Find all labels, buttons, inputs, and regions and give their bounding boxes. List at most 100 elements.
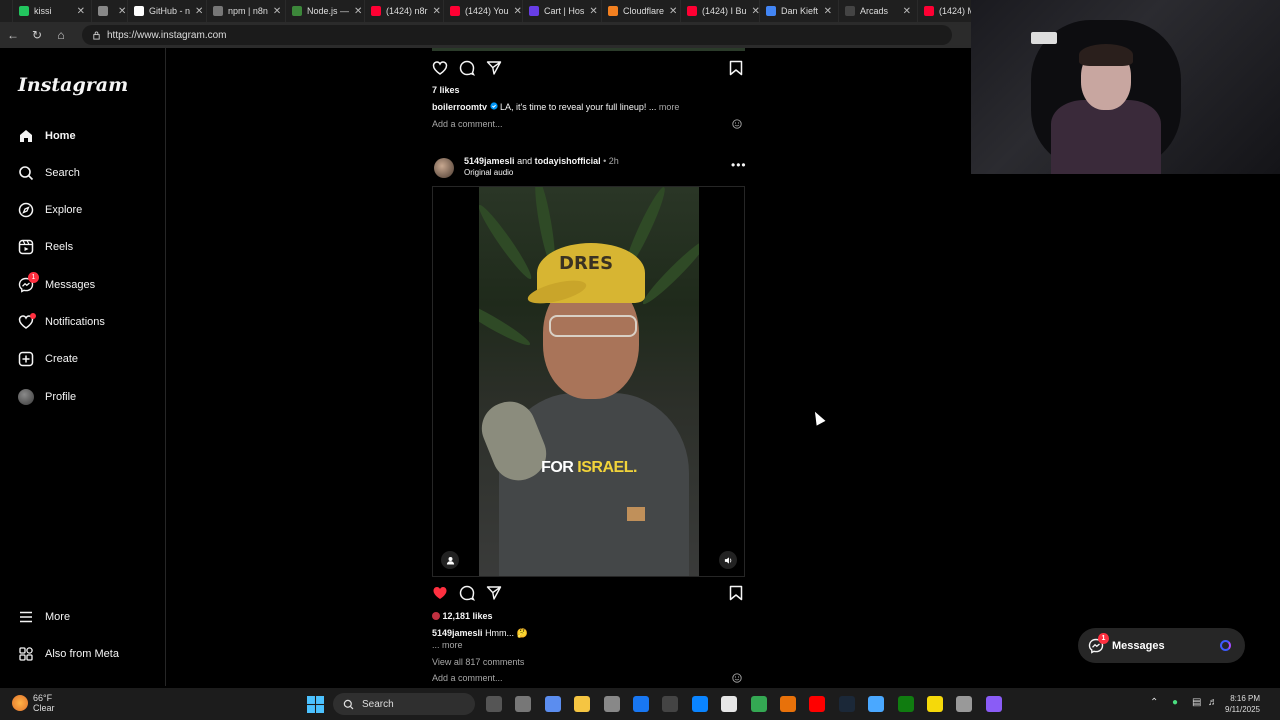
facebook-icon[interactable] bbox=[633, 696, 649, 712]
more-link[interactable]: more bbox=[659, 102, 680, 112]
browser-tab[interactable]: (1424) I Bu ✕ bbox=[681, 0, 760, 22]
network-icon[interactable]: ▤ bbox=[1192, 697, 1201, 708]
close-tab-icon[interactable]: ✕ bbox=[514, 6, 522, 17]
like-count[interactable]: 7 likes bbox=[432, 85, 460, 95]
video-frame: DRES FOR ISRAEL. bbox=[479, 187, 699, 576]
share-button[interactable] bbox=[486, 60, 502, 76]
save-button[interactable] bbox=[729, 60, 743, 76]
browser-tab[interactable]: (1424) n8r ✕ bbox=[365, 0, 444, 22]
liked-heart-button[interactable] bbox=[432, 585, 448, 601]
browser-tab[interactable]: kissi ✕ bbox=[13, 0, 92, 22]
chrome-icon[interactable] bbox=[750, 696, 767, 712]
add-comment-input[interactable]: Add a comment... bbox=[432, 119, 503, 129]
sticky-notes-icon[interactable] bbox=[927, 696, 943, 712]
close-tab-icon[interactable]: ✕ bbox=[195, 6, 203, 17]
settings-icon[interactable] bbox=[956, 696, 973, 712]
task-view-icon[interactable] bbox=[515, 696, 532, 712]
app-icon[interactable] bbox=[780, 696, 796, 712]
search-icon bbox=[19, 166, 34, 181]
tagged-users-button[interactable] bbox=[441, 551, 459, 569]
close-tab-icon[interactable]: ✕ bbox=[77, 6, 85, 17]
sidebar-item-search[interactable]: Search bbox=[18, 163, 80, 183]
reel-video[interactable]: DRES FOR ISRAEL. bbox=[432, 186, 745, 577]
add-comment-input[interactable]: Add a comment... bbox=[432, 673, 503, 683]
comment-button[interactable] bbox=[459, 585, 475, 601]
sidebar-item-reels[interactable]: Reels bbox=[18, 237, 73, 257]
browser-tab[interactable]: Node.js — ✕ bbox=[286, 0, 365, 22]
browser-tab[interactable]: Dan Kieft ✕ bbox=[760, 0, 839, 22]
like-count[interactable]: 12,181 likes bbox=[432, 611, 493, 621]
post-coauthor[interactable]: todayishofficial bbox=[535, 156, 601, 166]
save-button[interactable] bbox=[729, 585, 743, 601]
close-tab-icon[interactable]: ✕ bbox=[824, 6, 832, 17]
close-tab-icon[interactable]: ✕ bbox=[589, 6, 597, 17]
taskbar: 66°F Clear Search ⌃ ● ▤ ♬ 8:16 PM 9/11/2… bbox=[0, 688, 1280, 720]
messages-floating-button[interactable]: 1 Messages bbox=[1078, 628, 1245, 663]
browser-tab[interactable]: (1424) You ✕ bbox=[444, 0, 523, 22]
instagram-logo[interactable]: Instagram bbox=[18, 74, 128, 96]
volume-icon[interactable]: ♬ bbox=[1208, 697, 1218, 708]
widgets-icon[interactable] bbox=[486, 696, 502, 712]
sidebar-item-create[interactable]: Create bbox=[18, 349, 78, 369]
close-tab-icon[interactable]: ✕ bbox=[669, 6, 677, 17]
post-author[interactable]: boilerroomtv bbox=[432, 102, 487, 112]
steam-icon[interactable] bbox=[838, 696, 855, 712]
close-tab-icon[interactable]: ✕ bbox=[433, 6, 441, 17]
sidebar-item-more[interactable]: More bbox=[18, 607, 70, 627]
like-button[interactable] bbox=[432, 60, 448, 76]
close-tab-icon[interactable]: ✕ bbox=[354, 6, 362, 17]
app-icon[interactable] bbox=[868, 696, 885, 712]
sidebar-item-profile[interactable]: Profile bbox=[18, 387, 76, 407]
taskbar-clock[interactable]: 8:16 PM 9/11/2025 bbox=[1225, 693, 1260, 715]
close-tab-icon[interactable]: ✕ bbox=[273, 6, 281, 17]
url-field[interactable]: https://www.instagram.com bbox=[82, 25, 952, 45]
amazon-icon[interactable] bbox=[662, 696, 679, 712]
emoji-icon[interactable] bbox=[732, 119, 742, 129]
file-explorer-icon[interactable] bbox=[574, 696, 591, 712]
browser-tab[interactable]: npm | n8n ✕ bbox=[207, 0, 286, 22]
browser-tab[interactable]: Cloudflare ✕ bbox=[602, 0, 681, 22]
app-icon[interactable] bbox=[985, 696, 1002, 712]
post-avatar[interactable] bbox=[434, 158, 454, 178]
home-button[interactable]: ⌂ bbox=[54, 28, 68, 42]
youtube-icon[interactable] bbox=[809, 696, 826, 712]
start-button[interactable] bbox=[307, 696, 324, 713]
mic-icon[interactable]: ● bbox=[1172, 697, 1178, 708]
store-icon[interactable] bbox=[603, 696, 620, 712]
post-options-button[interactable]: ••• bbox=[731, 158, 747, 172]
browser-tab[interactable]: ✕ bbox=[92, 0, 128, 22]
post-author[interactable]: 5149jamesli bbox=[432, 628, 483, 638]
weather-icon bbox=[12, 695, 28, 711]
taskbar-search[interactable]: Search bbox=[333, 693, 475, 715]
sidebar-item-also-from-meta[interactable]: Also from Meta bbox=[18, 644, 119, 664]
back-button[interactable]: ← bbox=[6, 28, 20, 42]
close-tab-icon[interactable]: ✕ bbox=[118, 6, 126, 17]
browser-tab[interactable]: GitHub - n ✕ bbox=[128, 0, 207, 22]
emoji-icon[interactable] bbox=[732, 673, 742, 683]
sidebar-item-explore[interactable]: Explore bbox=[18, 200, 82, 220]
tab-favicon-icon bbox=[608, 6, 618, 16]
sidebar-item-messages[interactable]: 1 Messages bbox=[18, 272, 95, 295]
tab-actions-button[interactable] bbox=[0, 0, 13, 22]
view-comments-link[interactable]: View all 817 comments bbox=[432, 657, 524, 667]
share-button[interactable] bbox=[486, 585, 502, 601]
xbox-icon[interactable] bbox=[897, 696, 914, 712]
calculator-icon[interactable] bbox=[721, 696, 738, 712]
user-icon bbox=[446, 556, 454, 565]
mute-button[interactable] bbox=[719, 551, 737, 569]
reload-button[interactable]: ↻ bbox=[30, 28, 44, 42]
close-tab-icon[interactable]: ✕ bbox=[752, 6, 759, 17]
copilot-icon[interactable] bbox=[544, 696, 561, 712]
close-tab-icon[interactable]: ✕ bbox=[903, 6, 911, 17]
more-link[interactable]: ... more bbox=[432, 640, 463, 650]
browser-tab[interactable]: Cart | Hos ✕ bbox=[523, 0, 602, 22]
edge-icon[interactable] bbox=[691, 696, 708, 712]
sidebar-item-home[interactable]: Home bbox=[18, 126, 76, 146]
sidebar-item-notifications[interactable]: Notifications bbox=[18, 312, 105, 332]
weather-widget[interactable]: 66°F Clear bbox=[12, 693, 55, 713]
post-author[interactable]: 5149jamesli bbox=[464, 156, 515, 166]
tray-overflow-icon[interactable]: ⌃ bbox=[1150, 697, 1158, 708]
browser-tab[interactable]: Arcads ✕ bbox=[839, 0, 918, 22]
comment-button[interactable] bbox=[459, 60, 475, 76]
original-audio-link[interactable]: Original audio bbox=[464, 168, 513, 177]
